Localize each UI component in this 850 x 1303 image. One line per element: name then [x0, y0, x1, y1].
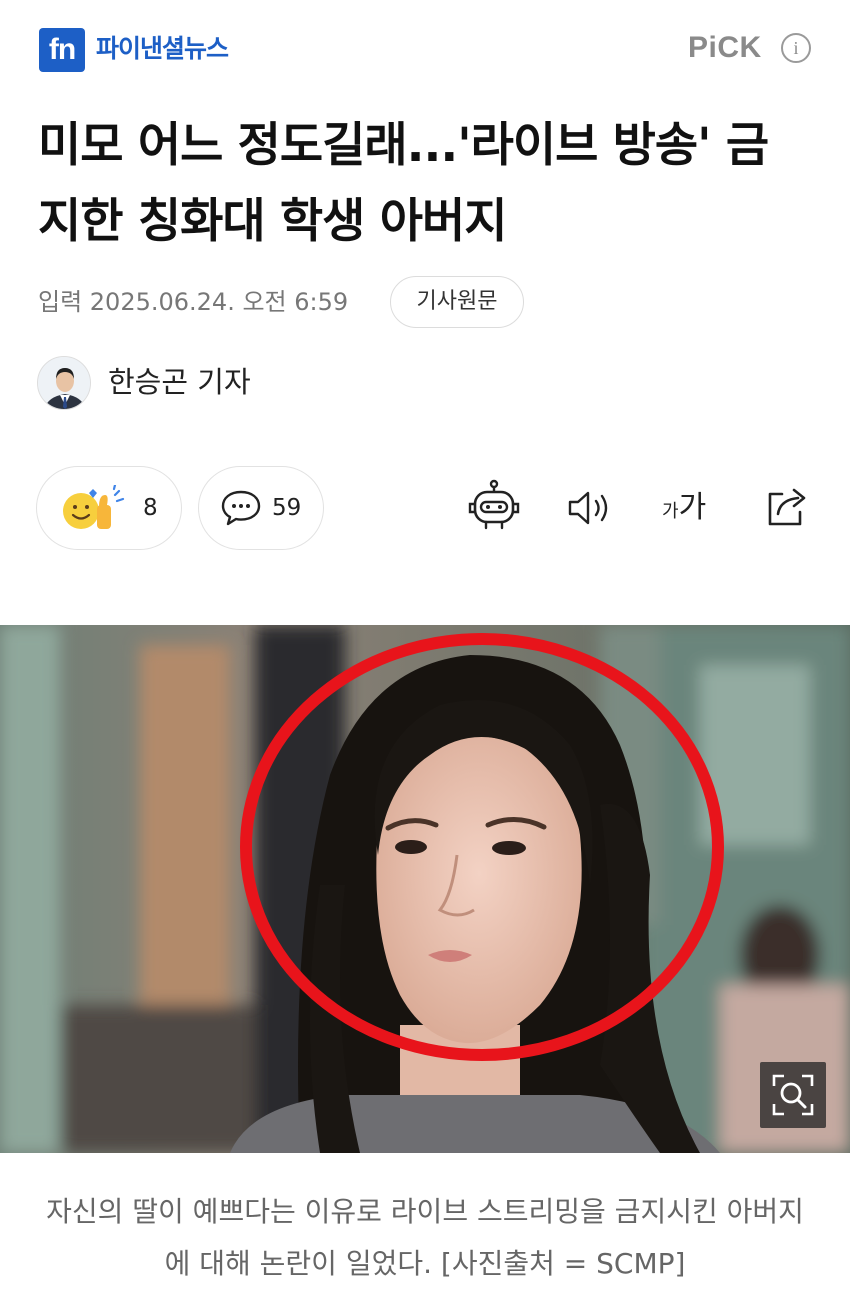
share-icon[interactable]: [764, 484, 812, 530]
reaction-count: 8: [143, 495, 158, 521]
photo-zoom-button[interactable]: [760, 1062, 826, 1128]
info-icon[interactable]: i: [781, 33, 811, 63]
font-size-big-glyph: 가: [678, 490, 707, 525]
comment-count: 59: [272, 495, 302, 521]
speaker-icon[interactable]: [566, 488, 616, 528]
article-headline: 미모 어느 정도길래...'라이브 방송' 금지한 칭화대 학생 아버지: [38, 118, 769, 249]
article-date: 입력 2025.06.24. 오전 6:59: [38, 288, 349, 316]
speech-bubble-icon: [221, 490, 261, 526]
brand-logo-mark[interactable]: fn: [39, 28, 85, 72]
brand-logo-name[interactable]: 파이낸셜뉴스: [96, 32, 229, 66]
reaction-button[interactable]: 8: [36, 466, 182, 550]
original-article-button[interactable]: 기사원문: [390, 276, 524, 328]
pick-badge: PiCK: [688, 31, 762, 64]
reporter-name[interactable]: 한승곤 기자: [108, 362, 251, 402]
comment-button[interactable]: 59: [198, 466, 324, 550]
article-photo[interactable]: [0, 625, 850, 1153]
reporter-avatar[interactable]: [37, 356, 91, 410]
reaction-emoji-icon: [63, 485, 125, 529]
site-header: fn 파이낸셜뉴스 PiCK i: [0, 0, 850, 100]
robot-icon[interactable]: [466, 478, 522, 534]
font-size-button[interactable]: 가가: [662, 488, 706, 532]
photo-caption: 자신의 딸이 예쁘다는 이유로 라이브 스트리밍을 금지시킨 아버지에 대해 논…: [46, 1195, 804, 1280]
magnifier-icon: [772, 1074, 814, 1116]
font-size-small-glyph: 가: [662, 501, 679, 522]
